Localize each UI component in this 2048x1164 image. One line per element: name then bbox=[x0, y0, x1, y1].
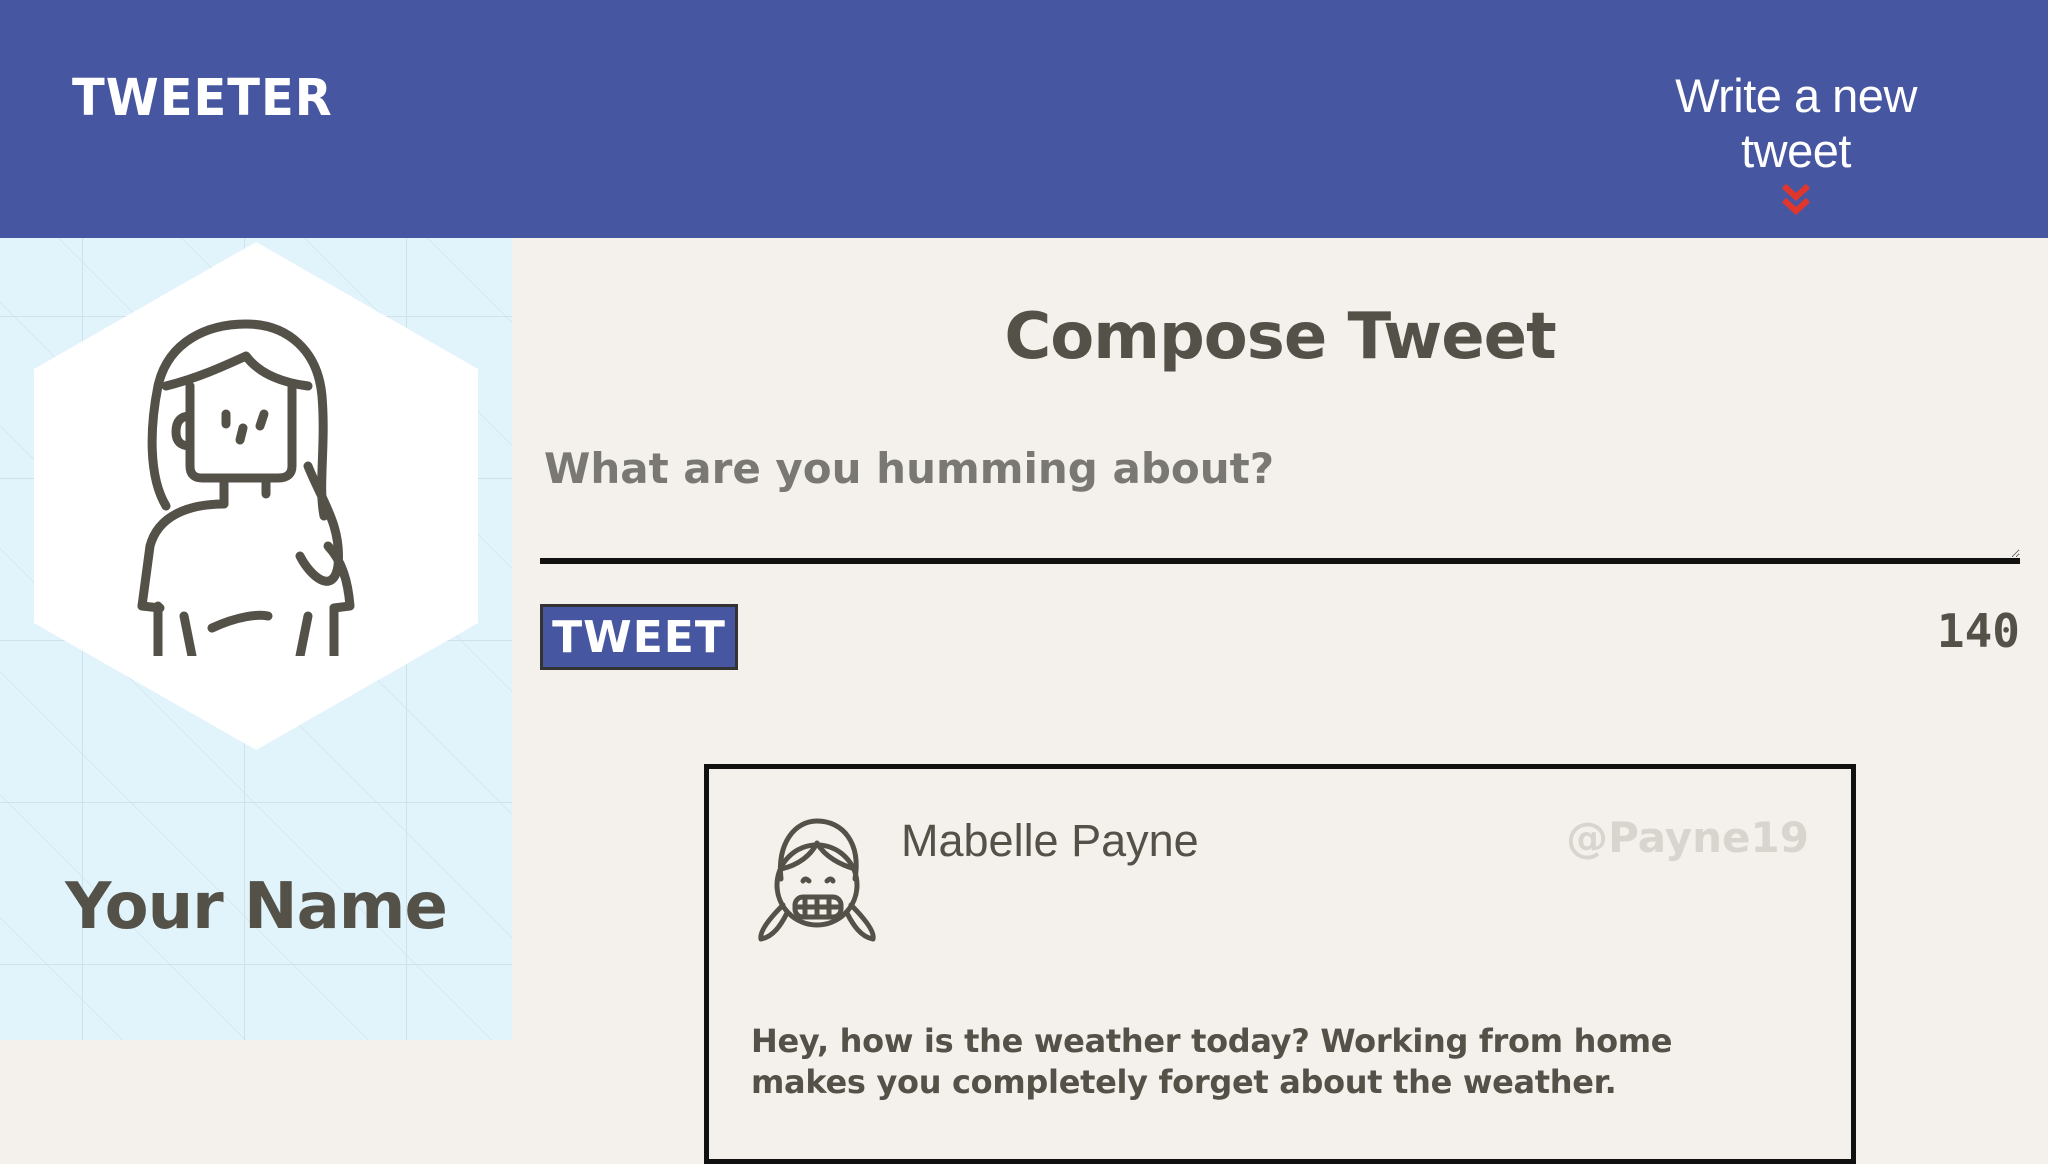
double-chevron-down-icon bbox=[1781, 183, 1811, 216]
tweet-card: Mabelle Payne @Payne19 Hey, how is the w… bbox=[704, 764, 1856, 1164]
tweet-button[interactable]: TWEET bbox=[540, 604, 738, 670]
profile-card: Your Name bbox=[0, 238, 512, 1040]
top-nav: TWEETER Write a new tweet bbox=[0, 0, 2048, 238]
tweet-author-name: Mabelle Payne bbox=[901, 815, 1199, 866]
brand-logo: TWEETER bbox=[72, 68, 333, 128]
girl-avatar-icon bbox=[758, 818, 876, 942]
write-new-tweet-toggle[interactable]: Write a new tweet bbox=[1616, 68, 1976, 220]
tweet-text: Hey, how is the weather today? Working f… bbox=[751, 1022, 1673, 1101]
tweet-textarea[interactable] bbox=[540, 432, 2020, 564]
write-new-tweet-label: Write a new tweet bbox=[1675, 69, 1917, 177]
tweet-author-handle: @Payne19 bbox=[1566, 813, 1809, 862]
character-counter: 140 bbox=[1936, 604, 2020, 658]
compose-title: Compose Tweet bbox=[1004, 300, 1556, 374]
woman-avatar-icon bbox=[137, 319, 355, 656]
profile-name: Your Name bbox=[65, 870, 448, 944]
